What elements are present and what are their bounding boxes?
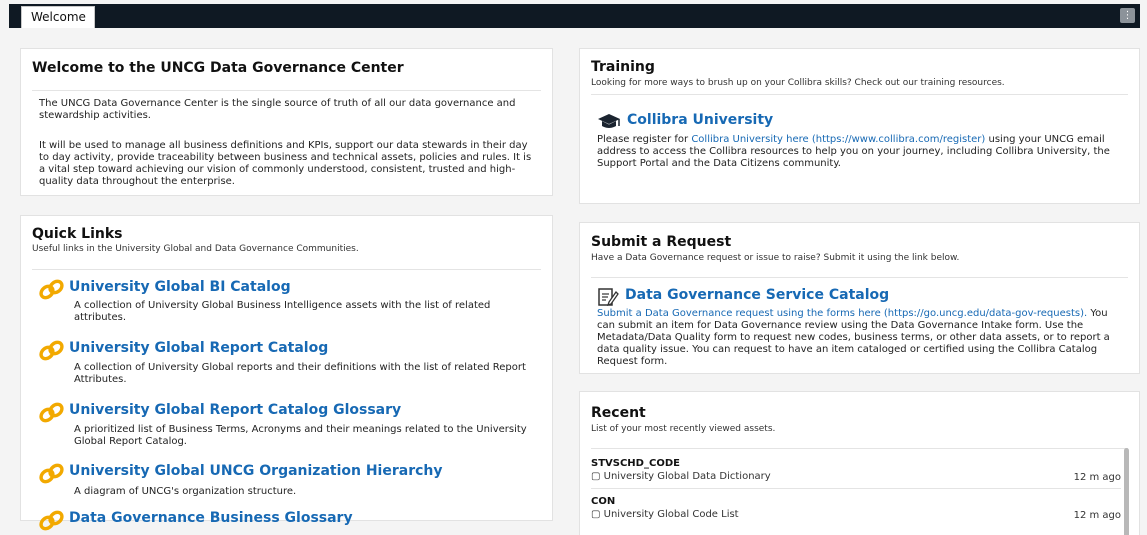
recent-item-name[interactable]: CON [591,496,615,507]
divider [32,90,541,91]
quick-link-report-catalog-desc: A collection of University Global report… [74,362,526,385]
recent-item-domain-label: University Global Data Dictionary [603,471,771,482]
collibra-register-link[interactable]: Collibra University here (https://www.co… [691,134,985,145]
welcome-paragraph-1: The UNCG Data Governance Center is the s… [39,98,516,121]
more-menu-icon[interactable]: ⋮ [1120,8,1135,23]
quick-link-report-catalog-glossary-desc: A prioritized list of Business Terms, Ac… [74,424,527,447]
service-catalog-link[interactable]: Data Governance Service Catalog [625,287,889,303]
quick-link-business-glossary[interactable]: Data Governance Business Glossary [69,510,353,526]
divider [591,277,1128,278]
divider [32,269,541,270]
quick-link-bi-catalog[interactable]: University Global BI Catalog [69,279,291,295]
divider [591,448,1128,449]
top-tab-bar: Welcome ⋮ [9,4,1140,28]
quick-link-bi-catalog-desc: A collection of University Global Busine… [74,300,491,323]
welcome-paragraph-2: It will be used to manage all business d… [39,140,532,187]
submit-request-title: Submit a Request [591,234,732,250]
domain-icon: ▢ [591,509,604,520]
submit-request-panel: Submit a Request Have a Data Governance … [579,222,1140,374]
chain-link-icon [39,510,64,531]
quick-link-report-catalog-glossary[interactable]: University Global Report Catalog Glossar… [69,402,401,418]
training-panel: Training Looking for more ways to brush … [579,48,1140,204]
welcome-title: Welcome to the UNCG Data Governance Cent… [32,60,404,76]
request-description: Submit a Data Governance request using t… [597,308,1125,368]
submit-request-subtitle: Have a Data Governance request or issue … [591,253,960,263]
recent-item-name[interactable]: STVSCHD_CODE [591,458,680,469]
welcome-panel: Welcome to the UNCG Data Governance Cent… [20,48,553,196]
edit-form-icon [598,288,619,307]
recent-item-domain: ▢ University Global Data Dictionary [591,471,771,482]
training-text-before: Please register for [597,134,692,145]
recent-title: Recent [591,405,646,421]
quick-links-title: Quick Links [32,226,123,242]
recent-item-domain-label: University Global Code List [603,509,739,520]
data-gov-requests-link[interactable]: Submit a Data Governance request using t… [597,308,1087,319]
recent-panel: Recent List of your most recently viewed… [579,391,1140,535]
training-title: Training [591,59,655,75]
recent-item-time: 12 m ago [1073,510,1121,521]
dashboard-canvas: Welcome to the UNCG Data Governance Cent… [9,28,1140,535]
recent-subtitle: List of your most recently viewed assets… [591,424,776,434]
graduation-cap-icon [598,114,620,128]
collibra-university-link[interactable]: Collibra University [627,112,773,128]
divider [591,488,1121,489]
training-subtitle: Looking for more ways to brush up on you… [591,78,1005,88]
quick-link-organization-hierarchy[interactable]: University Global UNCG Organization Hier… [69,463,443,479]
quick-links-subtitle: Useful links in the University Global an… [32,244,359,254]
chain-link-icon [39,279,64,300]
domain-icon: ▢ [591,471,604,482]
chain-link-icon [39,463,64,484]
chain-link-icon [39,340,64,361]
chain-link-icon [39,402,64,423]
training-description: Please register for Collibra University … [597,134,1117,170]
divider [591,94,1128,95]
tab-welcome[interactable]: Welcome [21,6,95,28]
quick-link-report-catalog[interactable]: University Global Report Catalog [69,340,328,356]
recent-item-time: 12 m ago [1073,472,1121,483]
quick-links-panel: Quick Links Useful links in the Universi… [20,215,553,531]
quick-link-organization-hierarchy-desc: A diagram of UNCG's organization structu… [74,486,297,497]
recent-scrollbar[interactable] [1124,448,1129,535]
recent-item-domain: ▢ University Global Code List [591,509,739,520]
